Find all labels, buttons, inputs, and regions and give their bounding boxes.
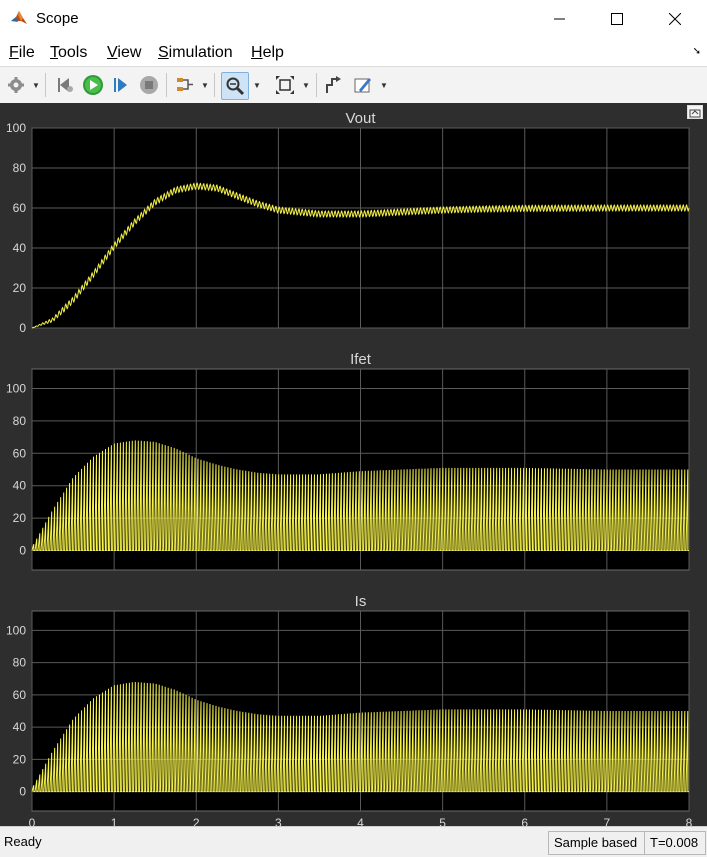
menu-help-rest: elp [262, 44, 284, 61]
menu-help-key: H [251, 44, 263, 61]
cursor-button[interactable] [322, 72, 346, 98]
step-forward-button[interactable] [109, 72, 133, 98]
toolbar-separator [166, 73, 167, 97]
menu-file-rest: ile [18, 44, 35, 61]
menu-bar: File Tools View Simulation Help ➘ [0, 38, 707, 66]
y-tick-label: 0 [19, 785, 26, 799]
menu-tools-rest: ools [58, 44, 88, 61]
zoom-dropdown-icon[interactable]: ▼ [253, 81, 261, 90]
menu-file-key: F [9, 44, 19, 61]
title-bar: Scope [0, 0, 707, 38]
scale-axes-button[interactable] [273, 72, 297, 98]
y-tick-label: 40 [13, 720, 27, 734]
menu-file[interactable]: File [9, 44, 35, 62]
menu-view-rest: iew [117, 44, 142, 61]
plot-title: Vout [345, 110, 376, 127]
matlab-logo-icon [10, 9, 28, 27]
plot-title: Ifet [350, 351, 372, 368]
x-tick-label: 6 [521, 816, 528, 826]
y-tick-label: 40 [13, 479, 27, 493]
window-title: Scope [36, 10, 79, 27]
menu-overflow-icon[interactable]: ➘ [693, 46, 701, 57]
toolbar-separator [45, 73, 46, 97]
y-tick-label: 100 [6, 381, 26, 395]
y-tick-label: 60 [13, 688, 27, 702]
scope-charts: 020406080100Vout020406080100Ifet02040608… [6, 110, 693, 826]
style-button[interactable] [351, 72, 375, 98]
y-tick-label: 0 [19, 321, 26, 335]
y-tick-label: 20 [13, 511, 27, 525]
x-tick-label: 5 [439, 816, 446, 826]
signal-selector-icon [177, 78, 193, 91]
y-tick-label: 80 [13, 656, 27, 670]
status-text: Ready [4, 834, 42, 849]
x-tick-label: 3 [275, 816, 282, 826]
zoom-icon [226, 77, 245, 96]
x-tick-label: 2 [193, 816, 200, 826]
menu-view-key: V [107, 44, 118, 61]
x-tick-label: 0 [29, 816, 36, 826]
y-tick-label: 0 [19, 544, 26, 558]
y-tick-label: 60 [13, 446, 27, 460]
y-tick-label: 80 [13, 414, 27, 428]
step-back-button[interactable] [53, 72, 77, 98]
run-icon [83, 75, 103, 95]
y-tick-label: 20 [13, 281, 27, 295]
minimize-button[interactable] [537, 0, 583, 38]
scope-plot-area: 0 20 40 60 80 100 Vout 0 20 40 60 80 100 Ifet 0 20 40 60 8… [0, 103, 707, 826]
menu-tools-key: T [50, 44, 58, 61]
x-tick-label: 4 [357, 816, 364, 826]
run-button[interactable] [81, 72, 105, 98]
gear-icon [8, 77, 24, 93]
signal-selector-button[interactable] [173, 72, 197, 98]
maximize-icon [611, 13, 623, 25]
cursor-icon [326, 76, 341, 93]
plot-title: Is [355, 593, 367, 610]
close-icon [669, 13, 681, 25]
menu-simulation-key: S [158, 44, 169, 61]
stop-icon [140, 76, 158, 94]
x-tick-label: 1 [111, 816, 118, 826]
y-tick-label: 60 [13, 201, 27, 215]
menu-help[interactable]: Help [251, 44, 284, 62]
style-dropdown-icon[interactable]: ▼ [380, 81, 388, 90]
toolbar-separator [316, 73, 317, 97]
stop-button[interactable] [137, 72, 161, 98]
y-tick-label: 80 [13, 161, 27, 175]
y-tick-label: 40 [13, 241, 27, 255]
step-forward-icon [114, 78, 127, 92]
y-tick-label: 100 [6, 121, 26, 135]
toolbar: ▼ ▼ ▼ ▼ ▼ [0, 66, 707, 104]
minimize-icon [554, 18, 565, 20]
zoom-button[interactable] [221, 72, 249, 100]
menu-tools[interactable]: Tools [50, 44, 87, 62]
menu-view[interactable]: View [107, 44, 141, 62]
scale-axes-icon [276, 76, 294, 94]
signal-selector-dropdown-icon[interactable]: ▼ [201, 81, 209, 90]
configuration-button[interactable] [4, 72, 28, 98]
maximize-button[interactable] [594, 0, 640, 38]
status-bar: Ready Sample based T=0.008 [0, 826, 707, 857]
menu-simulation-rest: imulation [168, 44, 233, 61]
scale-axes-dropdown-icon[interactable]: ▼ [302, 81, 310, 90]
x-tick-label: 8 [686, 816, 693, 826]
configuration-dropdown-icon[interactable]: ▼ [32, 81, 40, 90]
step-back-icon [58, 78, 73, 92]
y-tick-label: 100 [6, 623, 26, 637]
sample-mode-field: Sample based [548, 831, 650, 855]
time-field: T=0.008 [644, 831, 706, 855]
style-icon [354, 78, 371, 93]
menu-simulation[interactable]: Simulation [158, 44, 233, 62]
close-button[interactable] [652, 0, 698, 38]
toolbar-separator [214, 73, 215, 97]
x-tick-label: 7 [604, 816, 611, 826]
y-tick-label: 20 [13, 752, 27, 766]
